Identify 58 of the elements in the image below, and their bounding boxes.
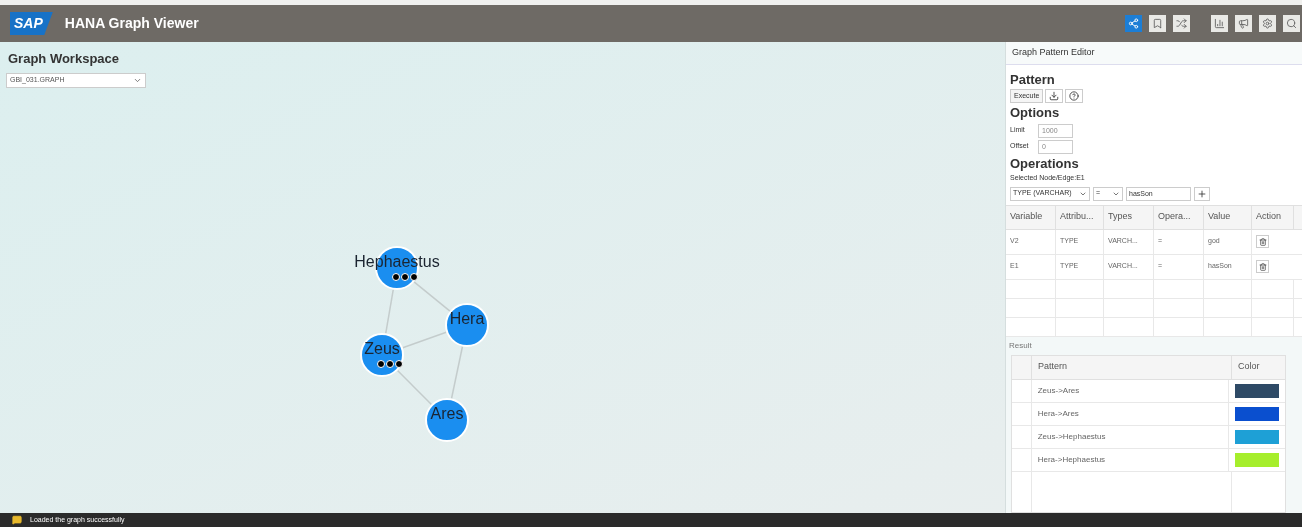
toolbar-button[interactable] <box>1125 15 1142 32</box>
options-heading: Options <box>1010 104 1060 122</box>
add-button[interactable] <box>1194 186 1210 201</box>
column-header: Attribu... <box>1056 205 1104 229</box>
search-icon <box>1286 18 1297 29</box>
toolbar-button[interactable] <box>1235 15 1252 32</box>
bookmark-icon <box>1152 18 1163 29</box>
column-header: Types <box>1104 205 1154 229</box>
table-cell: Hera->Hephaestus <box>1031 448 1229 471</box>
delete-button[interactable] <box>1256 260 1269 273</box>
toolbar-button[interactable] <box>1211 15 1228 32</box>
settings-icon <box>1262 18 1273 29</box>
graph-edge <box>396 369 433 405</box>
column-header: Action <box>1252 205 1294 229</box>
operations-heading: Operations <box>1010 154 1079 173</box>
graph-node[interactable] <box>360 332 404 377</box>
node-label: Hera <box>449 310 485 327</box>
column-header: Pattern <box>1032 355 1232 379</box>
toolbar-button[interactable] <box>1259 15 1276 32</box>
column-header: Value <box>1204 205 1252 229</box>
help-button[interactable] <box>1065 89 1084 103</box>
megaphone-icon <box>1238 18 1249 29</box>
graph-edge <box>385 288 394 334</box>
graph-edge <box>413 280 451 312</box>
table-cell: Zeus->Ares <box>1031 379 1229 402</box>
toolbar-button[interactable] <box>1173 15 1190 32</box>
panel-title: Graph Pattern Editor <box>1006 42 1302 65</box>
trash-icon <box>1258 262 1267 271</box>
column-header: Color <box>1237 360 1261 374</box>
result-label: Result <box>1008 339 1033 352</box>
table-cell: Hera->Ares <box>1031 402 1229 425</box>
graph-edge <box>402 331 447 348</box>
download-button[interactable] <box>1045 89 1064 103</box>
toolbar-button[interactable] <box>1149 15 1166 32</box>
column-header: Variable <box>1006 205 1056 229</box>
column-header: Opera... <box>1154 205 1204 229</box>
trash-icon <box>1258 237 1267 246</box>
sap-logo: SAP <box>10 12 53 35</box>
help-icon <box>1069 91 1080 101</box>
app-title: HANA Graph Viewer <box>64 14 199 33</box>
workspace-title: Graph Workspace <box>7 50 121 68</box>
graph-node[interactable] <box>445 302 489 347</box>
message-icon <box>12 515 22 525</box>
shuffle-icon <box>1176 18 1187 29</box>
download-icon <box>1049 91 1060 101</box>
more-icon[interactable] <box>392 272 418 281</box>
bar-chart-icon <box>1214 18 1225 29</box>
table-cell: Zeus->Hephaestus <box>1031 425 1229 448</box>
node-label: Ares <box>430 405 464 422</box>
share-icon <box>1128 18 1139 29</box>
node-label: Zeus <box>364 340 400 357</box>
graph-edge <box>450 345 464 399</box>
graph-node[interactable] <box>425 397 469 442</box>
plus-icon <box>1197 188 1207 199</box>
more-icon[interactable] <box>377 359 403 368</box>
pattern-heading: Pattern <box>1010 70 1055 89</box>
toolbar-button[interactable] <box>1283 15 1300 32</box>
delete-button[interactable] <box>1256 235 1269 248</box>
